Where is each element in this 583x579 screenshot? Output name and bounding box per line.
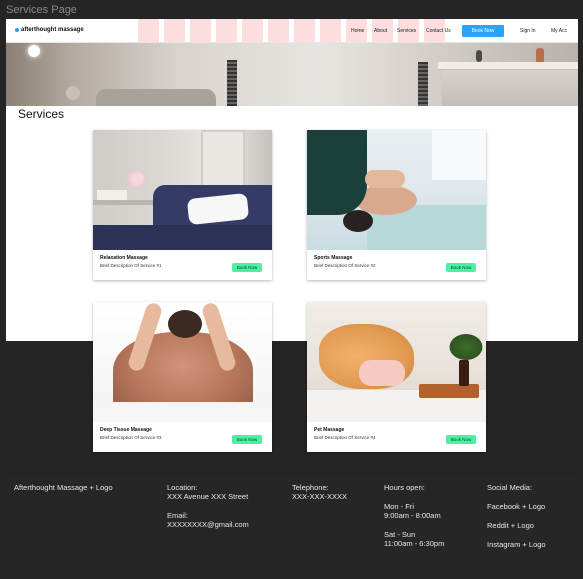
email-label: Email: [167,511,188,520]
service-card-relaxation[interactable]: Relaxation Massage Brief Description Of … [93,130,272,280]
service-card-deep-tissue[interactable]: Deep Tissue Massage Brief Description Of… [93,302,272,452]
social-reddit-link[interactable]: Reddit + Logo [487,521,546,530]
footer-hours-column: Hours open: Mon - Fri 9:00am - 8:00am Sa… [384,483,444,548]
social-facebook-link[interactable]: Facebook + Logo [487,502,546,511]
hours-weekend-time: 11:00am - 6:30pm [384,539,445,548]
card-book-now-button[interactable]: Book Now [232,263,262,272]
telephone-value[interactable]: XXX-XXX-XXXX [292,492,347,501]
location-label: Location: [167,483,198,492]
service-description: Brief Description Of Service #4 [314,435,376,440]
placeholder-block [294,19,315,42]
service-image [307,302,486,422]
nav-link-services[interactable]: Services [397,28,416,34]
social-label: Social Media: [487,483,533,492]
footer-location-column: Location: XXX Avenue XXX Street Email: X… [167,483,249,529]
footer-social-column: Social Media: Facebook + Logo Reddit + L… [487,483,546,549]
footer: Afterthought Massage + Logo Location: XX… [6,476,578,573]
card-book-now-button[interactable]: Book Now [446,435,476,444]
placeholder-block [320,19,341,42]
sign-in-link[interactable]: Sign In [520,28,536,34]
service-image [93,302,272,422]
footer-telephone-column: Telephone: XXX-XXX-XXXX [292,483,347,501]
frame-title: Services Page [6,4,77,16]
location-value: XXX Avenue XXX Street [167,492,249,501]
service-name: Relaxation Massage [100,255,148,261]
service-image [93,130,272,250]
hours-weekend-days: Sat - Sun [384,530,416,539]
placeholder-block [190,19,211,42]
placeholder-block [268,19,289,42]
top-nav: afterthought massage Home About Services… [6,19,578,43]
nav-link-about[interactable]: About [374,28,387,34]
service-image [307,130,486,250]
logo-text: afterthought massage [21,27,84,33]
services-page: afterthought massage Home About Services… [6,19,578,452]
book-now-button[interactable]: Book Now [462,25,504,37]
card-book-now-button[interactable]: Book Now [446,263,476,272]
hours-weekday-time: 9:00am - 8:00am [384,511,441,520]
social-instagram-link[interactable]: Instagram + Logo [487,540,546,549]
service-description: Brief Description Of Service #2 [314,263,376,268]
service-description: Brief Description Of Service #3 [100,435,162,440]
service-name: Sports Massage [314,255,353,261]
service-name: Pet Massage [314,427,345,433]
hours-weekday-days: Mon - Fri [384,502,414,511]
site-logo[interactable]: afterthought massage [15,27,84,33]
logo-dot-icon [15,28,19,32]
service-name: Deep Tissue Massage [100,427,152,433]
placeholder-block [242,19,263,42]
telephone-label: Telephone: [292,483,329,492]
card-book-now-button[interactable]: Book Now [232,435,262,444]
hours-label: Hours open: [384,483,425,492]
placeholder-block [164,19,185,42]
service-card-pet[interactable]: Pet Massage Brief Description Of Service… [307,302,486,452]
service-description: Brief Description Of Service #1 [100,263,162,268]
email-value[interactable]: XXXXXXXX@gmail.com [167,520,249,529]
nav-link-home[interactable]: Home [351,28,364,34]
placeholder-block [138,19,159,42]
footer-brand-column: Afterthought Massage + Logo [14,483,113,492]
my-account-link[interactable]: My Acc [551,28,567,34]
service-card-sports[interactable]: Sports Massage Brief Description Of Serv… [307,130,486,280]
nav-link-contact[interactable]: Contact Us [426,28,451,34]
section-title: Services [18,107,65,121]
footer-brand: Afterthought Massage + Logo [14,483,113,492]
lamp-light-icon [28,45,40,57]
hero-image [6,42,578,106]
placeholder-block [216,19,237,42]
